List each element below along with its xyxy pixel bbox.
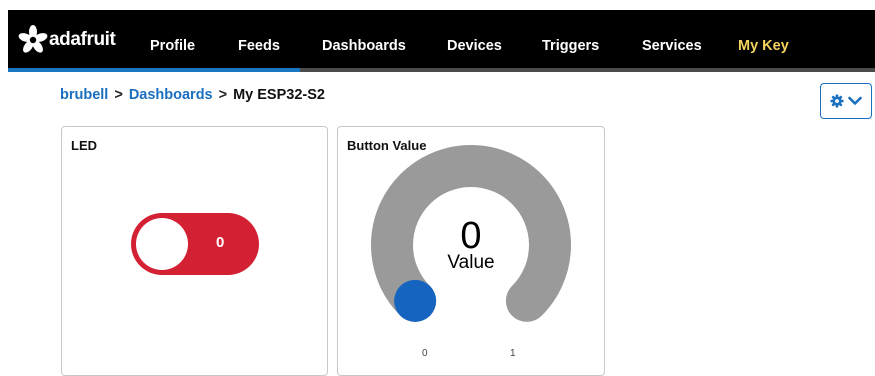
brand-name: adafruit <box>49 29 116 50</box>
adafruit-logo[interactable]: adafruit <box>18 23 116 57</box>
breadcrumb-separator: > <box>114 87 123 103</box>
adafruit-flower-icon <box>18 25 48 53</box>
nav-item-triggers[interactable]: Triggers <box>542 37 599 55</box>
led-toggle-block: LED 0 <box>61 126 328 376</box>
nav-active-indicator <box>8 68 300 72</box>
breadcrumb-dashboards-link[interactable]: Dashboards <box>129 87 213 103</box>
chevron-down-icon <box>848 96 862 105</box>
nav-item-profile[interactable]: Profile <box>150 37 195 55</box>
led-toggle-switch[interactable]: 0 <box>131 213 259 275</box>
block-title: LED <box>71 138 97 153</box>
toggle-state-label: 0 <box>216 234 225 251</box>
gauge-min-label: 0 <box>422 348 428 359</box>
gear-icon <box>830 94 844 108</box>
gauge-max-label: 1 <box>510 348 516 359</box>
gauge-value: 0 <box>460 215 482 257</box>
breadcrumb-separator: > <box>218 87 228 103</box>
button-value-gauge-block: Button Value 0 Value 0 1 <box>337 126 605 376</box>
nav-item-my-key[interactable]: My Key <box>738 37 789 55</box>
top-navigation-bar: adafruit Profile Feeds Dashboards Device… <box>8 10 875 72</box>
toggle-knob[interactable] <box>136 218 188 270</box>
nav-item-services[interactable]: Services <box>642 37 702 55</box>
breadcrumb-user-link[interactable]: brubell <box>60 87 108 103</box>
nav-item-feeds[interactable]: Feeds <box>238 37 280 55</box>
breadcrumb: brubell > Dashboards > My ESP32-S2 <box>60 86 325 104</box>
gauge-value-indicator <box>394 279 437 322</box>
breadcrumb-current: My ESP32-S2 <box>233 87 325 103</box>
dashboard-settings-button[interactable] <box>820 83 872 119</box>
nav-item-dashboards[interactable]: Dashboards <box>322 37 406 55</box>
nav-item-devices[interactable]: Devices <box>447 37 502 55</box>
gauge-label: Value <box>447 252 495 273</box>
